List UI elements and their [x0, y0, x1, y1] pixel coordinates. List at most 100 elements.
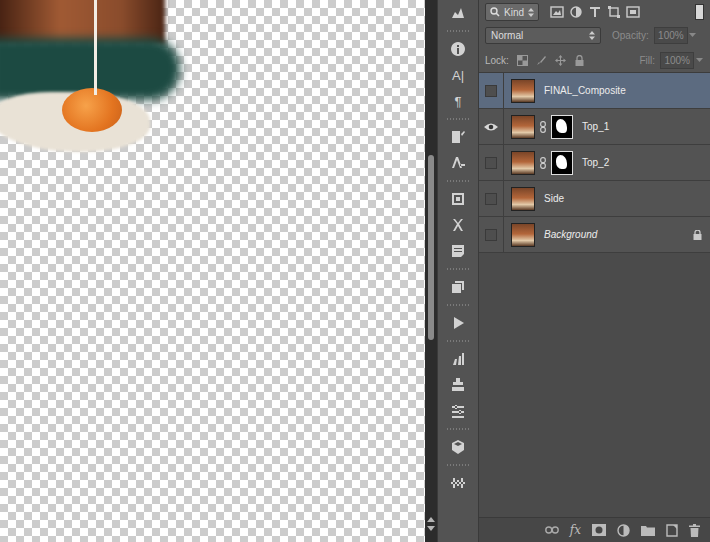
fill-label: Fill: [639, 55, 655, 66]
layer-effects-button[interactable]: fx [570, 523, 581, 537]
fill-field[interactable]: 100% [660, 52, 694, 69]
layer-name[interactable]: Top_1 [582, 121, 702, 132]
dock-grip[interactable] [447, 300, 469, 310]
updown-arrows-icon [589, 31, 595, 40]
dock-button[interactable] [443, 212, 473, 238]
hidden-box [485, 85, 497, 97]
photoshop-window: A|¶KindNormalOpacity:100%Lock:Fill:100%F… [0, 0, 710, 542]
smart-object-filter-icon[interactable] [626, 5, 640, 19]
chain-link-icon[interactable] [540, 121, 546, 133]
fill-dropdown-button[interactable] [694, 58, 704, 62]
layer-row[interactable]: Side [479, 181, 710, 217]
layer-thumbnail [511, 115, 535, 139]
dock-grip[interactable] [447, 176, 469, 186]
trash-icon[interactable] [689, 524, 700, 537]
lock-all-icon[interactable] [574, 55, 585, 66]
lock-bar: Lock:Fill:100% [479, 48, 710, 73]
layer-name[interactable]: FINAL_Composite [544, 85, 702, 96]
dock-grip[interactable] [447, 424, 469, 434]
blend-mode-dropdown[interactable]: Normal [485, 27, 601, 44]
dock-grip[interactable] [447, 26, 469, 36]
dock-grip[interactable] [447, 336, 469, 346]
canvas-scrollbar[interactable] [425, 0, 437, 542]
histogram-icon [449, 4, 467, 22]
dock-grip[interactable] [447, 264, 469, 274]
dock-button[interactable] [443, 36, 473, 62]
dock-button[interactable] [443, 274, 473, 300]
pixel-filter-icon[interactable] [550, 5, 564, 19]
brush-presets-icon [449, 350, 467, 368]
layer-row[interactable]: Top_1 [479, 109, 710, 145]
layers-panel: KindNormalOpacity:100%Lock:Fill:100%FINA… [479, 0, 710, 542]
layer-list: FINAL_Composite Top_1 Top_2 Side Background [479, 73, 710, 517]
brush-settings-icon [449, 128, 467, 146]
layer-row[interactable]: Background [479, 217, 710, 253]
layer-thumbnail [511, 79, 535, 103]
lock-position-icon[interactable] [555, 55, 566, 66]
updown-arrows-icon [528, 8, 534, 17]
layer-row[interactable]: Top_2 [479, 145, 710, 181]
opacity-dropdown-button[interactable] [688, 33, 698, 37]
layer-row[interactable]: FINAL_Composite [479, 73, 710, 109]
arrow-down-icon [427, 526, 435, 532]
tool-presets-icon [449, 216, 467, 234]
hidden-box [485, 229, 497, 241]
dock-grip[interactable] [447, 114, 469, 124]
character-styles-icon [449, 154, 467, 172]
canvas[interactable] [0, 0, 425, 542]
scroll-down-button[interactable] [425, 524, 437, 534]
layer-name[interactable]: Side [544, 193, 702, 204]
shape-filter-icon[interactable] [607, 5, 621, 19]
layer-thumbnail [511, 151, 535, 175]
clone-source-icon [449, 376, 467, 394]
layer-mask-thumbnail[interactable] [551, 151, 573, 175]
arrow-down-icon [689, 33, 696, 37]
scroll-up-button[interactable] [425, 514, 437, 524]
layer-name[interactable]: Background [544, 229, 688, 240]
dock-grip[interactable] [447, 460, 469, 470]
dock-button[interactable] [443, 372, 473, 398]
adjustment-filter-icon[interactable] [569, 5, 583, 19]
dock-button[interactable] [443, 310, 473, 336]
lock-transparency-icon[interactable] [517, 55, 528, 66]
visibility-toggle[interactable] [479, 109, 504, 144]
dock-button[interactable]: ¶ [443, 88, 473, 114]
notes-icon [449, 242, 467, 260]
dock-button[interactable]: A| [443, 62, 473, 88]
add-mask-icon[interactable] [592, 524, 606, 536]
new-layer-icon[interactable] [666, 524, 678, 537]
visibility-toggle[interactable] [479, 217, 504, 252]
chain-link-icon[interactable] [540, 157, 546, 169]
visibility-toggle[interactable] [479, 73, 504, 108]
layer-mask-thumbnail[interactable] [551, 115, 573, 139]
opacity-label: Opacity: [612, 30, 649, 41]
layer-name[interactable]: Top_2 [582, 157, 702, 168]
dock-button[interactable] [443, 398, 473, 424]
adjustment-layer-icon[interactable] [617, 524, 630, 537]
filter-toggle[interactable] [695, 4, 704, 20]
scrollbar-thumb[interactable] [428, 155, 434, 340]
hidden-box [485, 157, 497, 169]
dock-button[interactable] [443, 470, 473, 496]
3d-icon [449, 438, 467, 456]
search-icon [490, 7, 500, 17]
blend-bar: Normal Opacity: 100% [479, 22, 710, 48]
layer-thumbnail [511, 187, 535, 211]
dock-button[interactable] [443, 124, 473, 150]
dock-button[interactable] [443, 0, 473, 26]
dock-button[interactable] [443, 346, 473, 372]
visibility-toggle[interactable] [479, 181, 504, 216]
dock-button[interactable] [443, 238, 473, 264]
dock-button[interactable] [443, 150, 473, 176]
lock-icon [693, 230, 702, 240]
dock-button[interactable] [443, 434, 473, 460]
lock-pixels-icon[interactable] [536, 55, 547, 66]
type-filter-icon[interactable] [588, 5, 602, 19]
filter-kind-dropdown[interactable]: Kind [485, 3, 539, 21]
visibility-toggle[interactable] [479, 145, 504, 180]
new-group-icon[interactable] [641, 525, 655, 536]
arrow-up-icon [427, 516, 435, 522]
link-layers-icon[interactable] [545, 525, 559, 535]
opacity-field[interactable]: 100% [654, 27, 688, 44]
dock-button[interactable] [443, 186, 473, 212]
